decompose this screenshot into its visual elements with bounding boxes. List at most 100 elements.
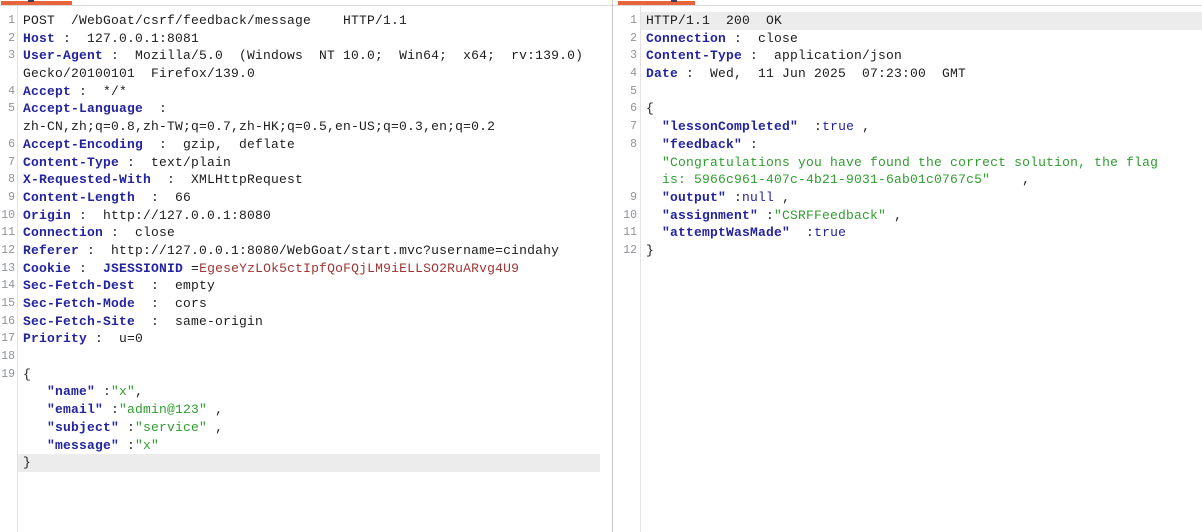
code-text: "attemptWasMade" :true xyxy=(641,224,1202,242)
response-panel: 1HTTP/1.1 200 OK2Connection : close3Cont… xyxy=(613,0,1202,532)
token: : xyxy=(758,208,774,223)
token: , xyxy=(854,119,870,134)
response-tab-label-clipped xyxy=(671,0,677,2)
token: : xyxy=(95,384,111,399)
token: POST /WebGoat/csrf/feedback/message HTTP… xyxy=(23,13,407,28)
token: , xyxy=(207,402,223,417)
line-number: 7 xyxy=(613,118,641,136)
token: : xyxy=(119,420,135,435)
code-line[interactable]: "Congratulations you have found the corr… xyxy=(613,154,1202,172)
code-line[interactable]: 7 "lessonCompleted" :true , xyxy=(613,118,1202,136)
code-line[interactable]: 2Connection : close xyxy=(613,30,1202,48)
code-line[interactable]: 7Content-Type : text/plain xyxy=(0,154,600,172)
code-line[interactable]: 9Content-Length : 66 xyxy=(0,189,600,207)
code-line[interactable]: 8 "feedback" : xyxy=(613,136,1202,154)
code-line[interactable]: 6Accept-Encoding : gzip, deflate xyxy=(0,136,600,154)
code-line[interactable]: 12} xyxy=(613,242,1202,260)
code-line[interactable]: 15Sec-Fetch-Mode : cors xyxy=(0,295,600,313)
code-text: "feedback" : xyxy=(641,136,1202,154)
code-line[interactable]: "subject" :"service" , xyxy=(0,419,600,437)
code-line[interactable]: 12Referer : http://127.0.0.1:8080/WebGoa… xyxy=(0,242,600,260)
token: Content-Type xyxy=(646,48,742,63)
request-tab-label-clipped xyxy=(28,0,34,2)
code-line[interactable]: 18 xyxy=(0,348,600,366)
token: "feedback" xyxy=(662,137,742,152)
code-line[interactable]: 5Accept-Language : xyxy=(0,100,600,118)
code-line[interactable]: 10 "assignment" :"CSRFFeedback" , xyxy=(613,207,1202,225)
line-number: 5 xyxy=(0,100,18,118)
code-line[interactable]: 16Sec-Fetch-Site : same-origin xyxy=(0,313,600,331)
token xyxy=(23,384,47,399)
code-line[interactable]: 17Priority : u=0 xyxy=(0,330,600,348)
line-number: 4 xyxy=(613,65,641,83)
token: Content-Length xyxy=(23,190,135,205)
line-number: 14 xyxy=(0,277,18,295)
token xyxy=(646,155,662,170)
line-number: 2 xyxy=(613,30,641,48)
code-text: Connection : close xyxy=(641,30,1202,48)
token: Date xyxy=(646,66,678,81)
code-line[interactable]: 19{ xyxy=(0,366,600,384)
token: : same-origin xyxy=(135,314,263,329)
token: "lessonCompleted" xyxy=(662,119,798,134)
code-line[interactable]: is: 5966c961-407c-4b21-9031-6ab01c0767c5… xyxy=(613,171,1202,189)
code-line[interactable]: 3Content-Type : application/json xyxy=(613,47,1202,65)
code-text: } xyxy=(18,454,600,472)
code-text: zh-CN,zh;q=0.8,zh-TW;q=0.7,zh-HK;q=0.5,e… xyxy=(18,118,600,136)
line-number: 2 xyxy=(0,30,18,48)
code-line[interactable]: } xyxy=(0,454,600,472)
line-number: 9 xyxy=(0,189,18,207)
request-panel: 1POST /WebGoat/csrf/feedback/message HTT… xyxy=(0,0,612,532)
token: : xyxy=(103,402,119,417)
code-line[interactable]: 11 "attemptWasMade" :true xyxy=(613,224,1202,242)
token: , xyxy=(990,172,1030,187)
token: Accept-Encoding xyxy=(23,137,143,152)
token: = xyxy=(183,261,199,276)
token: "assignment" xyxy=(662,208,758,223)
token: "message" xyxy=(47,438,119,453)
code-line[interactable]: "name" :"x", xyxy=(0,383,600,401)
request-selected-tab-indicator[interactable] xyxy=(1,1,72,5)
code-line[interactable]: 9 "output" :null , xyxy=(613,189,1202,207)
token: } xyxy=(646,243,654,258)
code-line[interactable]: 6{ xyxy=(613,100,1202,118)
token: : xyxy=(143,101,167,116)
token: : http://127.0.0.1:8080/WebGoat/start.mv… xyxy=(79,243,559,258)
token: : xyxy=(798,119,822,134)
line-number: 7 xyxy=(0,154,18,172)
code-text: Cookie : JSESSIONID =EgeseYzLOk5ctIpfQoF… xyxy=(18,260,600,278)
token: Cookie xyxy=(23,261,71,276)
token: : Mozilla/5.0 (Windows NT 10.0; Win64; x… xyxy=(103,48,583,63)
code-line[interactable]: 11Connection : close xyxy=(0,224,600,242)
token xyxy=(646,119,662,134)
code-line[interactable]: 10Origin : http://127.0.0.1:8080 xyxy=(0,207,600,225)
code-text: Accept : */* xyxy=(18,83,600,101)
code-line[interactable]: 1HTTP/1.1 200 OK xyxy=(613,12,1202,30)
code-line[interactable]: "email" :"admin@123" , xyxy=(0,401,600,419)
code-line[interactable]: 5 xyxy=(613,83,1202,101)
line-number: 5 xyxy=(613,83,641,101)
token: User-Agent xyxy=(23,48,103,63)
code-line[interactable]: 1POST /WebGoat/csrf/feedback/message HTT… xyxy=(0,12,600,30)
response-selected-tab-indicator[interactable] xyxy=(618,1,695,5)
token: : xyxy=(71,261,103,276)
line-number xyxy=(613,154,641,172)
token: Origin xyxy=(23,208,71,223)
code-line[interactable]: zh-CN,zh;q=0.8,zh-TW;q=0.7,zh-HK;q=0.5,e… xyxy=(0,118,600,136)
code-text: X-Requested-With : XMLHttpRequest xyxy=(18,171,600,189)
code-line[interactable]: 3User-Agent : Mozilla/5.0 (Windows NT 10… xyxy=(0,47,600,65)
code-text: Accept-Encoding : gzip, deflate xyxy=(18,136,600,154)
line-number: 11 xyxy=(613,224,641,242)
code-line[interactable]: 13Cookie : JSESSIONID =EgeseYzLOk5ctIpfQ… xyxy=(0,260,600,278)
code-line[interactable]: Gecko/20100101 Firefox/139.0 xyxy=(0,65,600,83)
line-number: 12 xyxy=(613,242,641,260)
code-line[interactable]: 4Accept : */* xyxy=(0,83,600,101)
response-code: 1HTTP/1.1 200 OK2Connection : close3Cont… xyxy=(613,6,1202,260)
code-line[interactable]: 8X-Requested-With : XMLHttpRequest xyxy=(0,171,600,189)
code-text: "output" :null , xyxy=(641,189,1202,207)
code-line[interactable]: "message" :"x" xyxy=(0,437,600,455)
code-line[interactable]: 4Date : Wed, 11 Jun 2025 07:23:00 GMT xyxy=(613,65,1202,83)
code-line[interactable]: 14Sec-Fetch-Dest : empty xyxy=(0,277,600,295)
token: , xyxy=(774,190,790,205)
code-line[interactable]: 2Host : 127.0.0.1:8081 xyxy=(0,30,600,48)
